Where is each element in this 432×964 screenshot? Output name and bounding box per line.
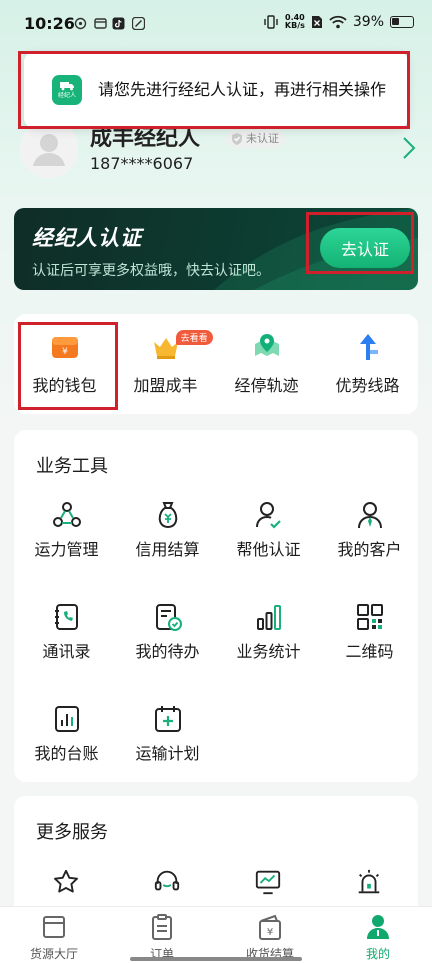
tools-title: 业务工具 — [36, 456, 108, 477]
wallet-icon: ¥ — [51, 337, 78, 358]
money-bag-icon — [158, 502, 177, 529]
battery-icon — [390, 16, 414, 28]
capacity-icon — [52, 502, 81, 527]
tool-label: 信用结算 — [135, 540, 200, 559]
quick-route-label: 优势线路 — [335, 376, 400, 395]
user-check-icon — [255, 502, 281, 529]
net-speed: 0.40 KB/s — [284, 13, 305, 30]
star-icon[interactable] — [52, 868, 80, 896]
tool-label: 我的台账 — [34, 744, 99, 763]
wifi-icon — [329, 15, 347, 29]
contacts-icon — [54, 604, 78, 630]
qr-code-icon — [356, 604, 383, 630]
status-bar: 10:26 0.40 KB/s 39% — [0, 0, 432, 50]
status-time: 10:26 — [24, 14, 75, 33]
verify-status-badge: 未认证 — [226, 130, 285, 148]
quick-actions: ¥ 我的钱包 去看看 加盟成丰 经停轨迹 优势线路 — [14, 314, 418, 414]
alarm-icon[interactable] — [355, 868, 383, 896]
order-icon — [152, 914, 172, 940]
tool-stats[interactable]: 业务统计 — [218, 602, 319, 698]
notification-app-icon — [74, 17, 87, 30]
tool-capacity[interactable]: 运力管理 — [16, 500, 117, 596]
vibrate-icon — [264, 15, 278, 29]
svg-text:¥: ¥ — [267, 927, 273, 938]
tool-label: 帮他认证 — [236, 540, 301, 559]
calendar-plus-icon — [154, 706, 181, 732]
todo-icon — [155, 604, 182, 631]
ledger-icon — [54, 706, 79, 732]
verified-shield-icon — [232, 133, 242, 145]
quick-wallet[interactable]: ¥ 我的钱包 — [14, 314, 115, 414]
app-logo-icon: 经纪人 — [52, 75, 82, 105]
tool-help-verify[interactable]: 帮他认证 — [218, 500, 319, 596]
go-verify-button[interactable]: 去认证 — [320, 228, 410, 268]
me-icon — [367, 915, 389, 939]
quick-track[interactable]: 经停轨迹 — [216, 314, 317, 414]
avatar[interactable] — [20, 120, 78, 178]
no-sim-icon — [311, 16, 322, 28]
banner-title: 经纪人认证 — [32, 226, 142, 250]
tool-transport-plan[interactable]: 运输计划 — [117, 704, 218, 800]
nav-orders[interactable]: 订单 — [108, 907, 216, 964]
profile-phone: 187****6067 — [90, 154, 194, 173]
mail-app-icon — [94, 18, 107, 29]
app-logo-text: 经纪人 — [57, 92, 76, 99]
chevron-right-icon[interactable] — [402, 136, 416, 160]
profile-header[interactable]: 成丰经纪人 未认证 187****6067 — [20, 120, 420, 182]
quick-join[interactable]: 去看看 加盟成丰 — [115, 314, 216, 414]
tool-label: 二维码 — [345, 642, 394, 661]
quick-join-label: 加盟成丰 — [133, 376, 198, 395]
bar-stats-icon — [256, 605, 281, 630]
business-tools-card: 业务工具 运力管理 信用结算 帮他认证 我的客户 通讯录 我的待办 业务统计 二… — [14, 430, 418, 782]
battery-percent: 39% — [352, 14, 384, 30]
toast-message: 经纪人 请您先进行经纪人认证，再进行相关操作 — [24, 52, 408, 128]
tool-contacts[interactable]: 通讯录 — [16, 602, 117, 698]
monitor-chart-icon[interactable] — [254, 868, 282, 896]
customer-icon — [357, 502, 382, 529]
tool-label: 业务统计 — [236, 642, 301, 661]
default-avatar-icon — [20, 120, 78, 178]
nav-me[interactable]: 我的 — [324, 907, 432, 964]
tool-customers[interactable]: 我的客户 — [319, 500, 420, 596]
nav-label: 我的 — [365, 947, 390, 961]
svg-text:¥: ¥ — [62, 347, 68, 357]
quick-route[interactable]: 优势线路 — [317, 314, 418, 414]
tool-label: 运输计划 — [135, 744, 200, 763]
tool-label: 运力管理 — [34, 540, 99, 559]
tiktok-icon — [112, 17, 125, 30]
cargo-hall-icon — [43, 916, 65, 938]
tool-label: 我的客户 — [337, 540, 402, 559]
quick-wallet-label: 我的钱包 — [32, 376, 97, 395]
nav-settlement[interactable]: ¥ 收货结算 — [216, 907, 324, 964]
bottom-nav: 货源大厅 订单 ¥ 收货结算 我的 — [0, 906, 432, 964]
tool-ledger[interactable]: 我的台账 — [16, 704, 117, 800]
headset-icon[interactable] — [153, 868, 181, 896]
status-right: 0.40 KB/s 39% — [263, 14, 414, 30]
broker-verify-banner: 经纪人认证 认证后可享更多权益哦，快去认证吧。 去认证 — [14, 208, 418, 290]
nav-cargo-hall[interactable]: 货源大厅 — [0, 907, 108, 964]
join-badge: 去看看 — [175, 330, 213, 345]
map-pin-icon — [254, 334, 279, 356]
route-arrow-icon — [359, 334, 378, 360]
nav-label: 货源大厅 — [29, 947, 78, 961]
home-indicator[interactable] — [130, 957, 302, 961]
app-leaf-icon — [132, 17, 145, 30]
toast-text: 请您先进行经纪人认证，再进行相关操作 — [98, 80, 387, 99]
tool-credit[interactable]: 信用结算 — [117, 500, 218, 596]
more-services-title: 更多服务 — [36, 822, 108, 843]
tool-label: 通讯录 — [42, 642, 91, 661]
tool-label: 我的待办 — [135, 642, 200, 661]
banner-subtitle: 认证后可享更多权益哦，快去认证吧。 — [32, 263, 270, 279]
settlement-icon: ¥ — [259, 914, 281, 940]
tool-qrcode[interactable]: 二维码 — [319, 602, 420, 698]
tool-todo[interactable]: 我的待办 — [117, 602, 218, 698]
quick-track-label: 经停轨迹 — [234, 376, 299, 395]
